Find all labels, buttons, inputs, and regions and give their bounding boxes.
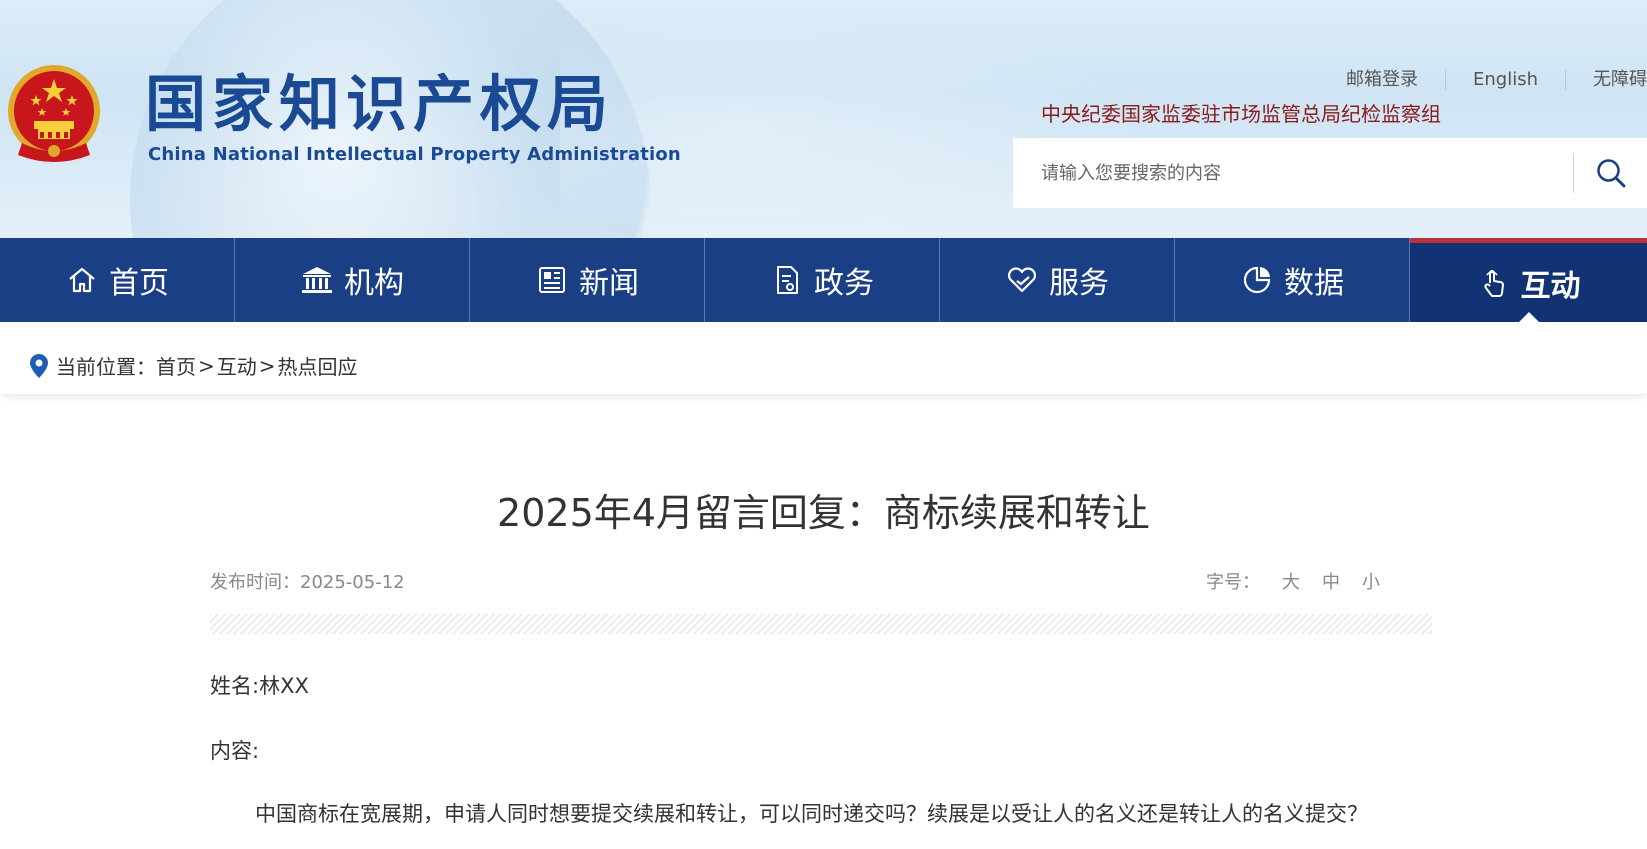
nav-item-interaction[interactable]: 互动 xyxy=(1410,238,1647,322)
mail-login-link[interactable]: 邮箱登录 xyxy=(1319,70,1445,90)
font-size-small[interactable]: 小 xyxy=(1362,568,1380,594)
nav-item-home[interactable]: 首页 xyxy=(0,238,235,322)
breadcrumb: 当前位置： 首页 > 互动 > 热点回应 xyxy=(30,351,358,380)
breadcrumb-interaction[interactable]: 互动 xyxy=(217,351,257,380)
font-size-label: 字号： xyxy=(1206,572,1260,593)
breadcrumb-bar: 当前位置： 首页 > 互动 > 热点回应 xyxy=(0,335,1647,395)
breadcrumb-hot-responses[interactable]: 热点回应 xyxy=(278,351,358,380)
heart-hand-icon xyxy=(1005,263,1039,297)
site-title-en[interactable]: China National Intellectual Property Adm… xyxy=(148,144,681,165)
breadcrumb-separator: > xyxy=(258,353,276,378)
nav-item-label: 机构 xyxy=(344,266,404,301)
english-link[interactable]: English xyxy=(1445,70,1565,90)
article-title: 2025年4月留言回复：商标续展和转让 xyxy=(497,491,1150,535)
top-links: 邮箱登录 English 无障碍 xyxy=(1319,68,1647,92)
institution-icon xyxy=(300,263,334,297)
discipline-inspection-link[interactable]: 中央纪委国家监委驻市场监管总局纪检监察组 xyxy=(1041,98,1441,127)
main-nav: 首页 机构 新闻 政务 服务 数据 互动 xyxy=(0,238,1647,322)
breadcrumb-separator: > xyxy=(198,353,215,378)
nav-item-label: 政务 xyxy=(814,266,874,301)
search-icon xyxy=(1596,159,1625,188)
nav-item-institution[interactable]: 机构 xyxy=(235,238,470,322)
nav-item-label: 首页 xyxy=(109,266,169,301)
pie-chart-icon xyxy=(1240,263,1274,297)
nav-item-services[interactable]: 服务 xyxy=(940,238,1175,322)
search-bar xyxy=(1013,138,1647,208)
breadcrumb-prefix: 当前位置： xyxy=(56,355,156,379)
content-text: 中国商标在宽展期，申请人同时想要提交续展和转让，可以同时递交吗？续展是以受让人的… xyxy=(255,802,1368,826)
nav-item-label: 数据 xyxy=(1284,266,1344,301)
divider-stripe xyxy=(210,614,1432,634)
accessibility-link[interactable]: 无障碍 xyxy=(1565,70,1647,90)
content-label: 内容: xyxy=(210,739,260,763)
nav-item-label: 互动 xyxy=(1520,268,1581,304)
national-emblem-icon[interactable] xyxy=(4,63,104,168)
author-name: 姓名:林XX xyxy=(210,674,309,698)
active-indicator xyxy=(1518,312,1539,322)
nav-item-data[interactable]: 数据 xyxy=(1175,238,1410,322)
site-title-cn[interactable]: 国家知识产权局 xyxy=(145,70,614,140)
news-icon xyxy=(535,263,569,297)
search-button[interactable] xyxy=(1574,138,1647,208)
nav-item-news[interactable]: 新闻 xyxy=(470,238,705,322)
breadcrumb-home[interactable]: 首页 xyxy=(156,351,196,380)
location-pin-icon xyxy=(30,353,48,378)
font-size-medium[interactable]: 中 xyxy=(1322,568,1340,594)
site-header: 国家知识产权局 China National Intellectual Prop… xyxy=(0,0,1647,238)
font-size-switcher: 字号： 大 中 小 xyxy=(1206,568,1380,594)
document-icon xyxy=(770,263,804,297)
home-icon xyxy=(65,263,99,297)
publish-date: 发布时间：2025-05-12 xyxy=(210,572,405,593)
nav-item-government-affairs[interactable]: 政务 xyxy=(705,238,940,322)
nav-item-label: 新闻 xyxy=(579,266,639,301)
nav-item-label: 服务 xyxy=(1049,266,1109,301)
pointer-hand-icon xyxy=(1477,266,1511,300)
font-size-large[interactable]: 大 xyxy=(1282,568,1300,594)
search-input[interactable] xyxy=(1013,153,1573,193)
